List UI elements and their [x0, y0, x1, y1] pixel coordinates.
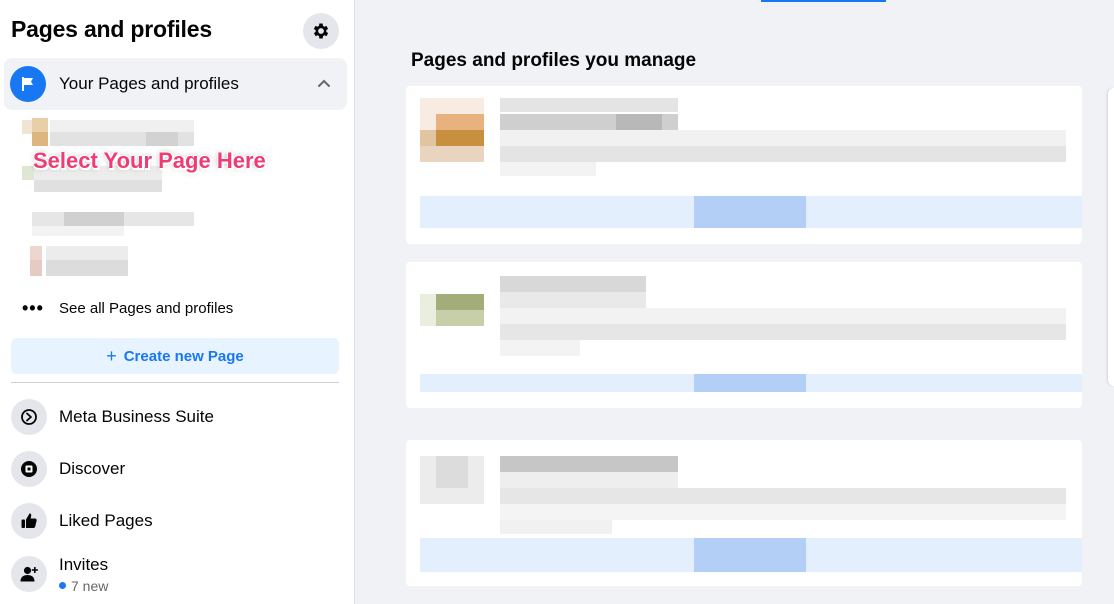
active-tab-indicator [761, 0, 886, 2]
chevron-up-icon [318, 79, 330, 87]
create-new-page-button[interactable]: + Create new Page [11, 338, 339, 374]
discover-icon [11, 451, 47, 487]
sidebar-divider [11, 382, 339, 383]
sidebar-title: Pages and profiles [11, 16, 212, 42]
page-list-item-3[interactable] [22, 208, 222, 244]
plus-icon: + [106, 346, 117, 366]
managed-page-card-3[interactable] [406, 440, 1082, 586]
thumbs-up-icon [11, 503, 47, 539]
business-suite-icon [11, 399, 47, 435]
nav-item-invites[interactable]: Invites 7 new [11, 552, 341, 596]
nav-item-meta-business-suite[interactable]: Meta Business Suite [11, 395, 341, 439]
main-content: Pages and profiles you manage [356, 0, 1114, 604]
invites-count-text: 7 new [71, 577, 109, 594]
create-button-label: Create new Page [123, 347, 244, 365]
nav-label: Meta Business Suite [59, 407, 214, 426]
nav-label: Discover [59, 459, 126, 478]
page-list-item-4[interactable] [22, 244, 222, 280]
add-person-icon [11, 556, 47, 592]
nav-label: Invites [59, 554, 109, 574]
see-all-pages-link[interactable]: ••• See all Pages and profiles [22, 294, 233, 322]
your-pages-section-header[interactable]: Your Pages and profiles [4, 58, 347, 110]
more-dots-icon: ••• [22, 297, 44, 318]
settings-button[interactable] [303, 13, 339, 49]
sidebar: Pages and profiles Your Pages and profil… [0, 0, 355, 604]
select-page-annotation: Select Your Page Here [33, 148, 266, 173]
section-header-label: Your Pages and profiles [59, 74, 239, 93]
new-indicator-dot [59, 582, 66, 589]
flag-icon [10, 66, 46, 102]
side-panel-edge [1108, 88, 1114, 386]
gear-icon [313, 23, 329, 39]
invites-count: 7 new [59, 578, 108, 594]
managed-page-card-1[interactable] [406, 86, 1082, 244]
nav-label: Liked Pages [59, 511, 153, 530]
page-title: Pages and profiles you manage [411, 50, 697, 71]
nav-item-discover[interactable]: Discover [11, 447, 341, 491]
nav-item-liked-pages[interactable]: Liked Pages [11, 499, 341, 543]
see-all-label: See all Pages and profiles [59, 299, 234, 317]
managed-page-card-2[interactable] [406, 262, 1082, 408]
